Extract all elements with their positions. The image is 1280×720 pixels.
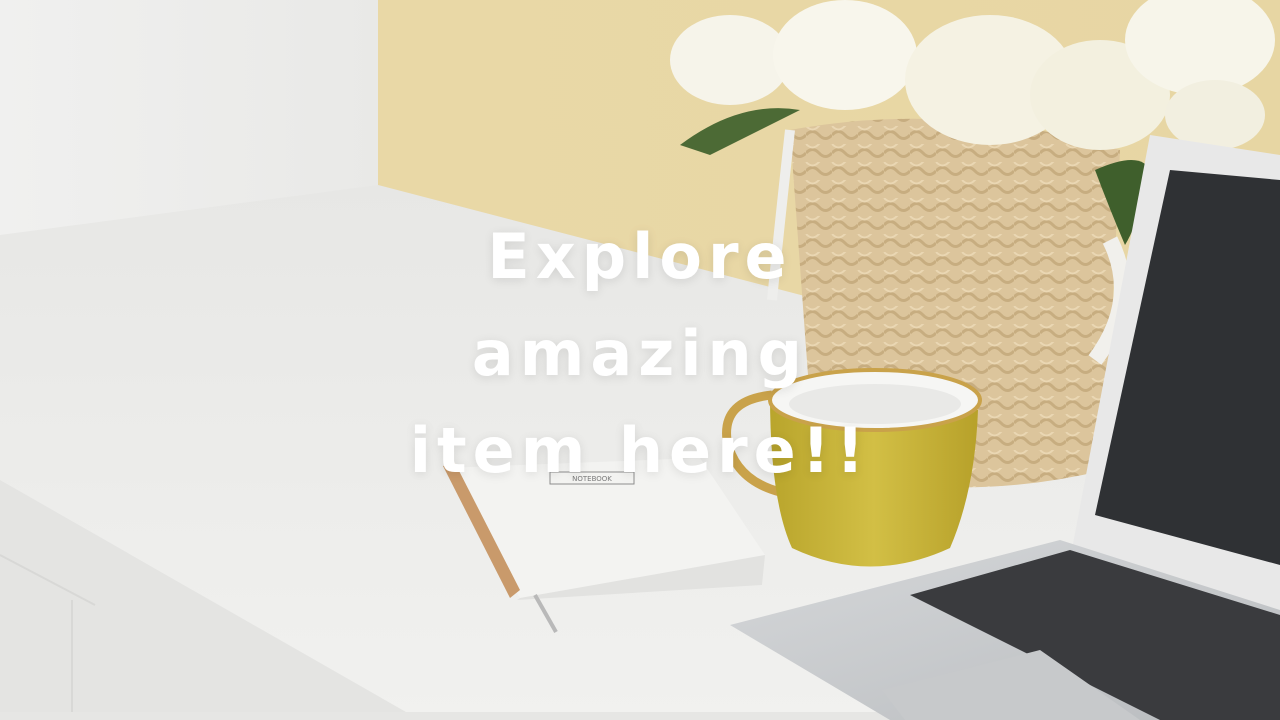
hero-headline: Explore amazing item here!! — [340, 208, 940, 499]
headline-line-2: amazing — [471, 317, 809, 390]
headline-line-3: item here!! — [409, 414, 871, 487]
hero-banner: NOTEBOOK Explore amazing item here!! — [0, 0, 1280, 720]
headline-line-1: Explore — [487, 220, 793, 293]
